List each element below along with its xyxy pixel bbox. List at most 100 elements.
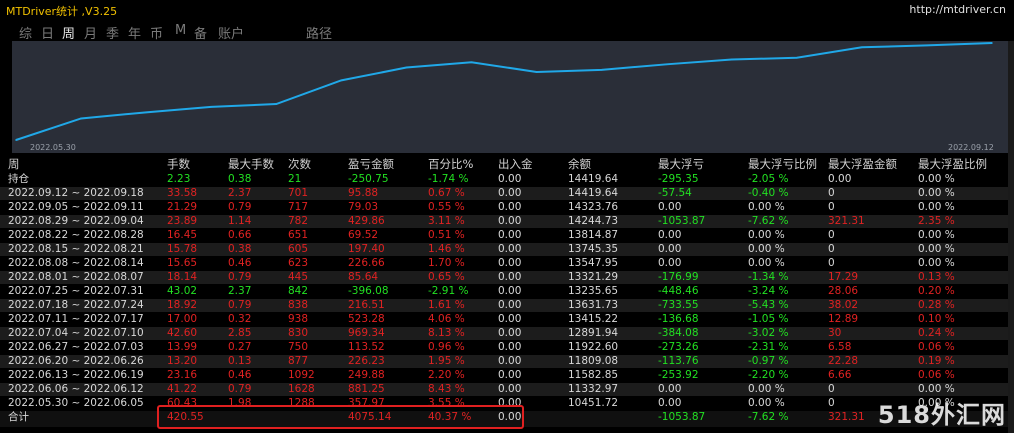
vertical-scrollbar[interactable] xyxy=(1008,41,1014,433)
data-cell-0: 15.78 xyxy=(167,243,198,255)
table-row[interactable]: 2022.07.11 ~ 2022.07.17 17.00 0.32 938 523.2… xyxy=(0,313,1008,326)
data-cell-3: 881.25 xyxy=(348,383,385,395)
tab-4[interactable]: 季 xyxy=(106,23,119,42)
data-cell-9: 6.58 xyxy=(828,341,852,353)
week-cell: 2022.06.06 ~ 2022.06.12 xyxy=(8,383,144,395)
week-cell: 2022.06.27 ~ 2022.07.03 xyxy=(8,341,144,353)
data-cell-7: 0.00 xyxy=(658,383,682,395)
total-cell-9: 321.31 xyxy=(828,411,865,423)
data-cell-8: 0.00 % xyxy=(748,201,785,213)
data-cell-10: 0.10 % xyxy=(918,313,955,325)
tab-6[interactable]: 币 xyxy=(150,23,163,42)
week-cell: 2022.09.12 ~ 2022.09.18 xyxy=(8,187,144,199)
table-row[interactable]: 2022.09.12 ~ 2022.09.18 33.58 2.37 701 95.88… xyxy=(0,187,1008,200)
data-cell-0: 18.14 xyxy=(167,271,198,283)
tab-3[interactable]: 月 xyxy=(84,23,97,42)
data-cell-1: 0.13 xyxy=(228,355,252,367)
position-label: 持仓 xyxy=(8,173,29,185)
data-cell-6: 11332.97 xyxy=(568,383,619,395)
data-cell-10: 0.20 % xyxy=(918,285,955,297)
data-cell-7: -136.68 xyxy=(658,313,699,325)
data-cell-3: 79.03 xyxy=(348,201,379,213)
data-cell-5: 0.00 xyxy=(498,229,522,241)
data-cell-5: 0.00 xyxy=(498,271,522,283)
data-cell-4: 0.51 % xyxy=(428,229,465,241)
data-cell-2: 701 xyxy=(288,187,309,199)
data-cell-4: 8.13 % xyxy=(428,327,465,339)
balance-point-3 xyxy=(210,106,212,108)
data-cell-9: 0 xyxy=(828,229,835,241)
data-cell-2: 605 xyxy=(288,243,309,255)
x-end-label: 2022.09.12 xyxy=(948,143,994,152)
data-cell-0: 18.92 xyxy=(167,299,198,311)
data-cell-2: 938 xyxy=(288,313,309,325)
balance-point-13 xyxy=(861,46,863,49)
table-row[interactable]: 2022.09.05 ~ 2022.09.11 21.29 0.79 717 79.03… xyxy=(0,201,1008,214)
data-cell-4: 0.65 % xyxy=(428,271,465,283)
data-cell-7: -57.54 xyxy=(658,187,692,199)
data-cell-2: 838 xyxy=(288,299,309,311)
data-cell-4: 0.55 % xyxy=(428,201,465,213)
table-header[interactable]: 周 手数 最大手数 次数 盈亏金额 百分比% 出入金 余额 最大浮亏 最大浮亏比例 最大浮盈金额 最大… xyxy=(0,156,1008,172)
data-cell-5: 0.00 xyxy=(498,327,522,339)
table-row[interactable]: 2022.07.04 ~ 2022.07.10 42.60 2.85 830 969.3… xyxy=(0,327,1008,340)
data-cell-2: 877 xyxy=(288,355,309,367)
table-row[interactable]: 2022.06.13 ~ 2022.06.19 23.16 0.46 1092 249.… xyxy=(0,369,1008,382)
table-row[interactable]: 2022.08.22 ~ 2022.08.28 16.45 0.66 651 69.52… xyxy=(0,229,1008,242)
data-cell-7: -448.46 xyxy=(658,285,699,297)
data-cell-8: -1.34 % xyxy=(748,271,789,283)
data-cell-4: 8.43 % xyxy=(428,383,465,395)
tab-8[interactable]: 备 xyxy=(194,23,207,42)
tab-9[interactable]: 账户 xyxy=(218,23,244,42)
tab-2[interactable]: 周 xyxy=(62,23,75,42)
site-link[interactable]: http://mtdriver.cn xyxy=(909,3,1006,16)
week-cell: 2022.08.08 ~ 2022.08.14 xyxy=(8,257,144,269)
week-cell: 2022.09.05 ~ 2022.09.11 xyxy=(8,201,144,213)
balance-point-15 xyxy=(991,42,993,44)
balance-point-4 xyxy=(275,103,278,105)
table-row[interactable]: 2022.06.27 ~ 2022.07.03 13.99 0.27 750 113.5… xyxy=(0,341,1008,354)
tab-7[interactable]: M xyxy=(175,23,186,38)
data-cell-4: 3.11 % xyxy=(428,215,465,227)
data-cell-10: 0.00 % xyxy=(918,243,955,255)
table-row[interactable]: 2022.07.25 ~ 2022.07.31 43.02 2.37 842 -396.… xyxy=(0,285,1008,298)
position-row[interactable]: 持仓 2.23 0.38 21 -250.75 -1.74 % 0.00 14419.64 -2… xyxy=(0,173,1008,186)
data-cell-4: -2.91 % xyxy=(428,285,469,297)
header-7: 余额 xyxy=(568,157,591,171)
header-2: 最大手数 xyxy=(228,157,274,171)
table-row[interactable]: 2022.06.06 ~ 2022.06.12 41.22 0.79 1628 881.… xyxy=(0,383,1008,396)
data-cell-3: 197.40 xyxy=(348,243,385,255)
tab-10[interactable]: 路径 xyxy=(306,23,332,42)
table-row[interactable]: 2022.08.15 ~ 2022.08.21 15.78 0.38 605 197.4… xyxy=(0,243,1008,256)
x-start-label: 2022.05.30 xyxy=(30,143,76,152)
tab-1[interactable]: 日 xyxy=(41,23,54,42)
data-cell-2: 717 xyxy=(288,201,309,213)
data-cell-7: 0.00 xyxy=(658,257,682,269)
data-cell-8: -0.40 % xyxy=(748,187,789,199)
table-row[interactable]: 2022.06.20 ~ 2022.06.26 13.20 0.13 877 226.2… xyxy=(0,355,1008,368)
data-cell-6: 13415.22 xyxy=(568,313,619,325)
tab-0[interactable]: 综 xyxy=(19,23,32,42)
data-cell-8: 0.00 % xyxy=(748,243,785,255)
data-cell-5: 0.00 xyxy=(498,201,522,213)
tab-5[interactable]: 年 xyxy=(128,23,141,42)
data-cell-1: 0.32 xyxy=(228,313,252,325)
data-cell-0: 16.45 xyxy=(167,229,198,241)
data-cell-5: 0.00 xyxy=(498,299,522,311)
table-row[interactable]: 2022.08.29 ~ 2022.09.04 23.89 1.14 782 429.8… xyxy=(0,215,1008,228)
data-cell-2: 623 xyxy=(288,257,309,269)
data-cell-3: 113.52 xyxy=(348,341,385,353)
watermark-logo: 518外汇网 xyxy=(877,401,1006,429)
table-row[interactable]: 2022.08.08 ~ 2022.08.14 15.65 0.46 623 226.6… xyxy=(0,257,1008,270)
total-highlight-box xyxy=(157,405,524,429)
data-cell-5: 0.00 xyxy=(498,341,522,353)
header-3: 次数 xyxy=(288,157,311,171)
table-row[interactable]: 2022.08.01 ~ 2022.08.07 18.14 0.79 445 85.64… xyxy=(0,271,1008,284)
table-row[interactable]: 2022.07.18 ~ 2022.07.24 18.92 0.79 838 216.5… xyxy=(0,299,1008,312)
data-cell-3: 95.88 xyxy=(348,187,379,199)
data-cell-3: 216.51 xyxy=(348,299,385,311)
data-cell-6: 13321.29 xyxy=(568,271,619,283)
total-cell-8: -7.62 % xyxy=(748,411,789,423)
data-cell-6: 14244.73 xyxy=(568,215,619,227)
data-cell-6: 13547.95 xyxy=(568,257,619,269)
